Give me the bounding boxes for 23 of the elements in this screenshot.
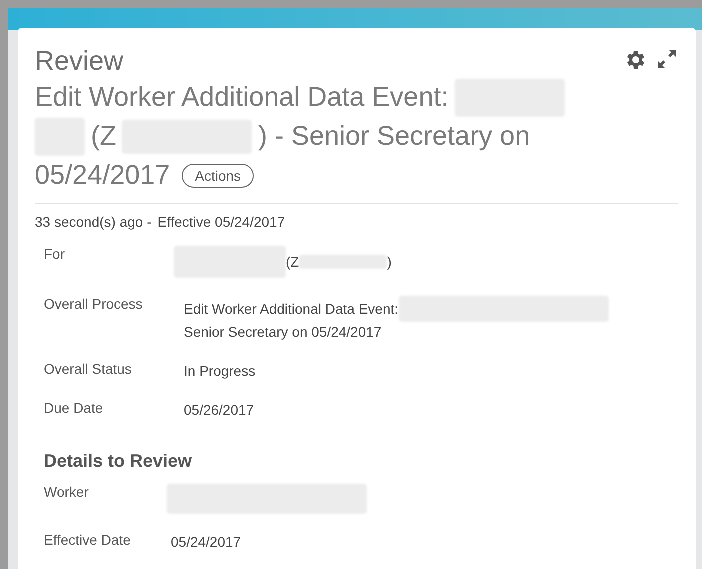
field-value: (Z bbox=[286, 252, 300, 272]
field-label: Effective Date bbox=[44, 532, 132, 550]
field-value: Senior Secretary on 05/24/2017 bbox=[184, 323, 382, 342]
actions-button[interactable]: Actions bbox=[182, 164, 254, 188]
field-value: ) bbox=[387, 252, 392, 272]
field-value: 05/26/2017 bbox=[184, 401, 254, 420]
field-value: In Progress bbox=[184, 362, 256, 381]
title-text: ) - Senior Secretary on bbox=[258, 120, 530, 153]
title-text: Edit Worker Additional Data Event: bbox=[35, 81, 449, 114]
card-heading: Review bbox=[35, 45, 124, 78]
field-label: For bbox=[44, 246, 66, 264]
field-value: Edit Worker Additional Data Event: bbox=[184, 300, 399, 318]
field-label: Due Date bbox=[44, 400, 104, 418]
effective-date-text: Effective 05/24/2017 bbox=[158, 214, 286, 230]
time-ago-text: 33 second(s) ago - bbox=[35, 214, 152, 230]
section-title: Details to Review bbox=[43, 451, 194, 472]
field-label: Overall Process bbox=[44, 296, 144, 314]
title-text: 05/24/2017 bbox=[35, 159, 170, 192]
expand-icon[interactable] bbox=[656, 48, 678, 70]
title-text: (Z bbox=[91, 120, 116, 153]
field-label: Worker bbox=[44, 484, 90, 502]
field-value: 05/24/2017 bbox=[171, 533, 242, 552]
field-label: Overall Status bbox=[44, 361, 133, 379]
